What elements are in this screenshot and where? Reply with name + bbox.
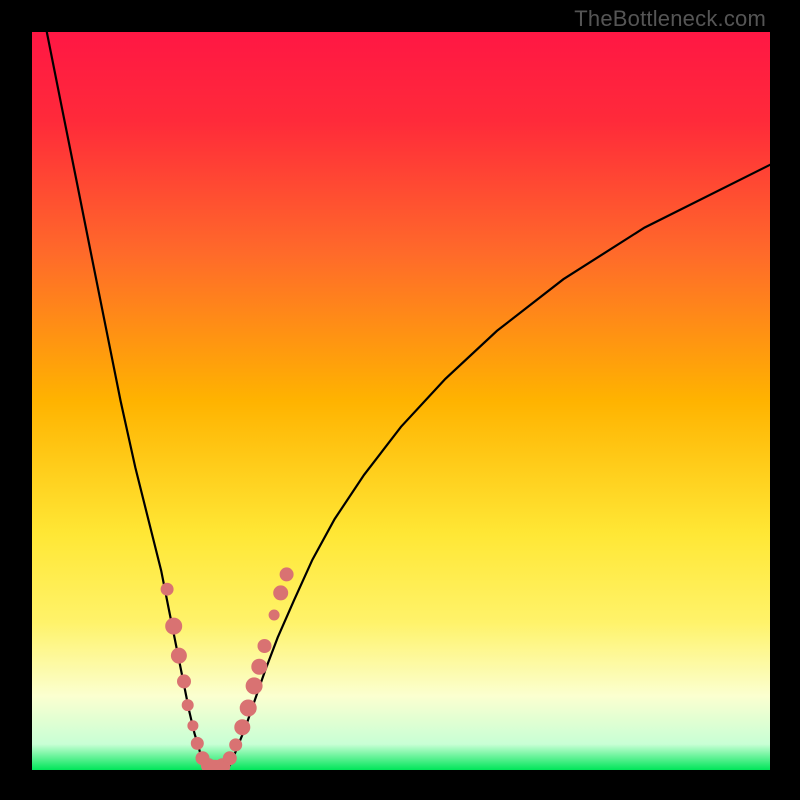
marker-dot — [270, 611, 279, 620]
marker-dot — [252, 660, 266, 674]
plot-area — [32, 32, 770, 770]
watermark-text: TheBottleneck.com — [574, 6, 766, 32]
marker-dot — [178, 675, 190, 687]
marker-dot — [235, 720, 249, 734]
marker-dot — [183, 700, 193, 710]
marker-dot — [281, 568, 293, 580]
curve-right-branch — [228, 165, 770, 770]
chart-frame: TheBottleneck.com — [0, 0, 800, 800]
marker-dot — [192, 738, 203, 749]
marker-dot — [166, 619, 181, 634]
marker-dot — [172, 649, 186, 663]
marker-dot — [259, 640, 271, 652]
marker-dot — [230, 739, 241, 750]
marker-dot — [247, 678, 262, 693]
marker-dot — [274, 586, 287, 599]
chart-svg — [32, 32, 770, 770]
marker-dot — [241, 701, 256, 716]
marker-dot — [224, 752, 236, 764]
marker-dot — [162, 584, 173, 595]
marker-dot — [188, 721, 197, 730]
